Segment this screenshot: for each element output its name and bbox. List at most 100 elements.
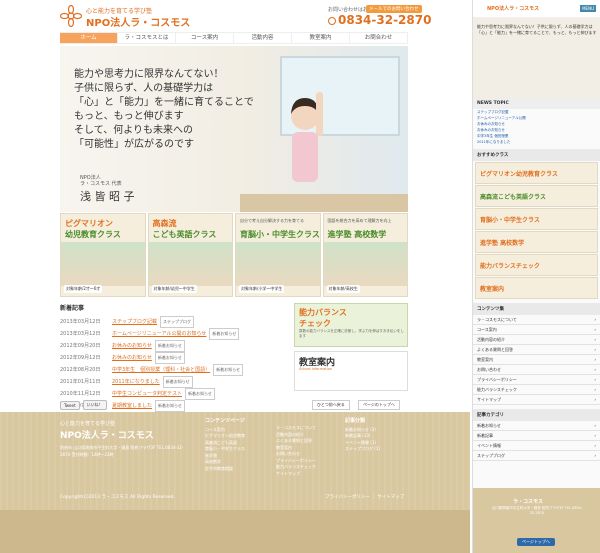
footer-tagline: 心と能力を育てる学び塾 — [60, 421, 116, 427]
footer-col-pages: ラ・コスモスについて 活動内容の紹介 よくある質問と回答 教室案内 お問い合わせ… — [276, 425, 316, 477]
mobile-content-link[interactable]: よくある質問と回答 › — [473, 345, 600, 355]
tweet-button[interactable]: Tweet — [60, 400, 80, 410]
nav-home[interactable]: ホーム — [60, 33, 118, 43]
footer-link[interactable]: 育脳小・中学生クラス — [205, 446, 245, 453]
footer-link[interactable]: ピグマリオン幼児教育 — [205, 433, 245, 440]
footer-link[interactable]: サイトマップ — [276, 471, 316, 478]
news-tag[interactable]: 新着お知らせ — [155, 400, 185, 412]
mobile-course-banner[interactable]: 教室案内 — [475, 277, 598, 299]
side-ads: 能力バランス チェック 算数の能力バランスを正確に診断し、学ぶ力を伸ばすお手伝い… — [294, 303, 408, 391]
mobile-content-label: 能力バランスチェック — [477, 387, 517, 392]
nav-activities[interactable]: 活動内容 — [234, 33, 292, 43]
news-link[interactable]: ステップブログ記載 — [112, 317, 157, 327]
news-date: 2010年11月12日 — [60, 391, 101, 397]
mobile-course-banner[interactable]: 育脳小・中学生クラス — [475, 208, 598, 230]
banner-caption: 国語を総合力を高めて理解力を向上 — [327, 218, 392, 223]
news-row: 2011年01月11日 2011年になりました 新着お知らせ — [60, 376, 290, 388]
banner-age-label: 対象年齢/小学〜中学生 — [239, 285, 285, 293]
footer-link[interactable]: 佐竹市教育相談 — [205, 466, 245, 473]
news-link[interactable]: 中学3年生 個別授業（理科・社会と国語） — [112, 365, 210, 375]
mobile-course-banner[interactable]: ピグマリオン幼児教育クラス — [475, 162, 598, 184]
mobile-content-link[interactable]: サイトマップ › — [473, 395, 600, 405]
nav-classroom[interactable]: 教室案内 — [292, 33, 350, 43]
course-banner-english[interactable]: 高森流 こども英語クラス 対象年齢/幼児〜中学生 — [147, 213, 233, 297]
nav-contact[interactable]: お問合わせ — [350, 33, 408, 43]
news-tag[interactable]: 新着お知らせ — [209, 328, 240, 340]
news-tag[interactable]: 新着お知らせ — [185, 388, 215, 400]
classroom-info-banner[interactable]: 教室案内 School information — [294, 351, 408, 391]
mobile-course-banner[interactable]: 進学塾 高校数学 — [475, 231, 598, 253]
nav-about[interactable]: ラ・コスモスとは — [118, 33, 176, 43]
news-date: 2013年03月12日 — [60, 319, 101, 325]
mobile-page-top-button[interactable]: ページトップへ — [517, 538, 555, 546]
footer-brand[interactable]: NPO法人ラ・コスモス — [60, 428, 154, 441]
course-banner-pygmalion[interactable]: ピグマリオン 幼児教育クラス 対象年齢/2才〜6才 — [60, 213, 146, 297]
mobile-blog-link[interactable]: 新着お知らせ › — [473, 421, 600, 431]
news-date: 2011年01月11日 — [60, 379, 101, 385]
nav-courses[interactable]: コース案内 — [176, 33, 234, 43]
mobile-blog-link[interactable]: イベント情報 › — [473, 441, 600, 451]
hero-rep-title: ラ・コスモス 代表 — [80, 181, 122, 187]
news-tag[interactable]: 新着お知らせ — [213, 364, 244, 376]
banner-title: 高森流 — [152, 219, 177, 228]
mobile-menu-button[interactable]: MENU — [580, 5, 596, 12]
global-nav: ホーム ラ・コスモスとは コース案内 活動内容 教室案内 お問合わせ — [60, 32, 408, 44]
mobile-content-link[interactable]: 能力バランスチェック › — [473, 385, 600, 395]
page-top-button[interactable]: ページのトップへ — [358, 400, 400, 410]
news-tag[interactable]: 新着お知らせ — [154, 340, 185, 352]
site-brand[interactable]: NPO法人ラ・コスモス — [86, 14, 190, 29]
chevron-right-icon: › — [594, 423, 596, 428]
mobile-blog-link[interactable]: 新着記事 › — [473, 431, 600, 441]
flower-logo-icon[interactable] — [59, 4, 83, 28]
course-banner-prep[interactable]: 国語を総合力を高めて理解力を向上 進学塾 高校数学 対象年齢/高校生 — [322, 213, 408, 297]
news-section: 新着記事 2013年03月12日 ステップブログ記載 ステップブログ 2013年03… — [60, 303, 290, 412]
news-tag[interactable]: 新着お知らせ — [162, 376, 193, 388]
hero-line: 「心」と「能力」を一緒に育てることで — [74, 97, 254, 108]
mobile-content-label: 教室案内 — [477, 357, 493, 362]
news-date: 2013年03月12日 — [60, 331, 101, 337]
footer-col-title: コンテンツページ — [205, 418, 245, 424]
footer-link[interactable]: よくある質問と回答 — [276, 438, 316, 445]
news-link[interactable]: ホームページリニューアル公開のお知らせ — [112, 329, 206, 339]
mail-contact-button[interactable]: メールでのお問い合わせ — [366, 5, 422, 13]
mobile-content-link[interactable]: プライバシーポリシー › — [473, 375, 600, 385]
news-tag[interactable]: 新着お知らせ — [154, 352, 185, 364]
banner-caption: 自分で考え自分解決する力を育てる — [240, 218, 304, 223]
mobile-content-label: お問い合わせ — [477, 367, 501, 372]
footer-link[interactable]: ステップブログ (1) — [345, 446, 380, 453]
mobile-content-link[interactable]: ラ・コスモスについて › — [473, 315, 600, 325]
footer-bottom-links[interactable]: プライバシーポリシー ｜ サイトマップ — [325, 494, 404, 500]
mobile-content-link[interactable]: 教室案内 › — [473, 355, 600, 365]
news-tag[interactable]: ステップブログ — [160, 316, 195, 328]
news-link[interactable]: お休みのお知らせ — [112, 353, 152, 363]
like-button[interactable]: いいね！ — [82, 400, 107, 410]
course-banner-brain[interactable]: 自分で考え自分解決する力を育てる 育脳小・中学生クラス 対象年齢/小学〜中学生 — [235, 213, 321, 297]
banner-photo — [148, 242, 232, 286]
news-link[interactable]: お休みのお知らせ — [112, 341, 152, 351]
news-link[interactable]: 2011年になりました — [112, 377, 160, 387]
footer-col-title: 記事分類 — [345, 418, 366, 424]
ability-check-banner[interactable]: 能力バランス チェック 算数の能力バランスを正確に診断し、学ぶ力を伸ばすお手伝い… — [294, 303, 408, 347]
mobile-content-link[interactable]: コース案内 › — [473, 325, 600, 335]
mobile-brand[interactable]: NPO法人ラ・コスモス — [487, 5, 539, 12]
footer-link[interactable]: 能力バランスチェック — [276, 464, 316, 471]
phone-number: 0834-32-2870 — [328, 13, 431, 27]
mobile-blog-link[interactable]: ステップブログ › — [473, 451, 600, 461]
banner-photo — [323, 242, 407, 286]
mobile-course-banner[interactable]: 高森流こども英語クラス — [475, 185, 598, 207]
news-row: 2012年09月20日 お休みのお知らせ 新着お知らせ — [60, 340, 290, 352]
chevron-right-icon: › — [594, 397, 596, 402]
news-link[interactable]: 中学生コンピュータ判定テスト — [112, 389, 182, 399]
news-link[interactable]: 夏期教室しました — [112, 401, 152, 411]
phone-icon — [328, 16, 336, 25]
back-button[interactable]: ひとつ前へ戻る — [312, 400, 350, 410]
footer-link[interactable]: ラ・コスモスについて — [276, 425, 316, 432]
chevron-right-icon: › — [594, 387, 596, 392]
mobile-content-link[interactable]: お問い合わせ › — [473, 365, 600, 375]
mobile-news-item[interactable]: 2011年になりました — [473, 139, 600, 145]
banner-age-label: 対象年齢/幼児〜中学生 — [151, 285, 197, 293]
mobile-course-banner[interactable]: 能力バランスチェック — [475, 254, 598, 276]
chevron-right-icon: › — [594, 347, 596, 352]
mobile-content-link[interactable]: 活動内容の紹介 › — [473, 335, 600, 345]
mobile-blog-title: 記事カテゴリ — [473, 409, 600, 421]
